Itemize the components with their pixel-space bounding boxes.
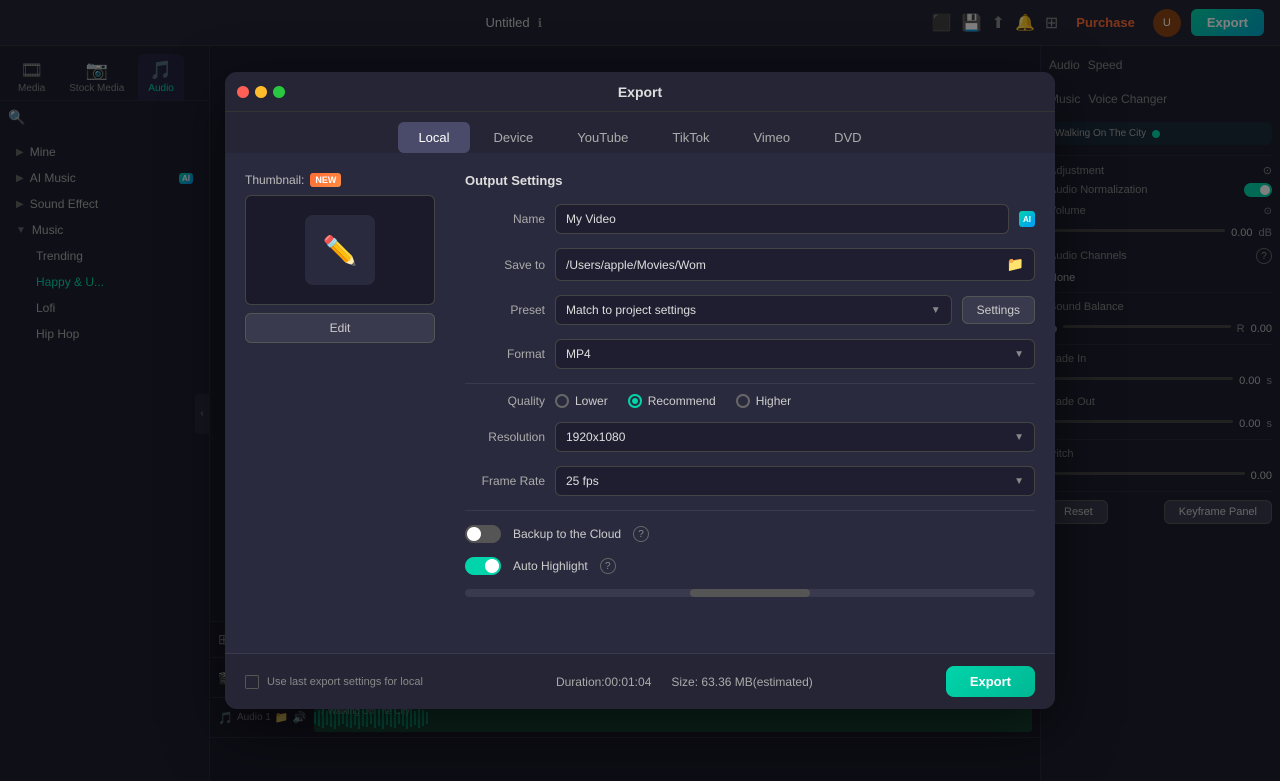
modal-thumbnail-section: Thumbnail: NEW ✏️ Edit	[245, 173, 445, 633]
backup-help-icon[interactable]: ?	[633, 526, 649, 542]
edit-thumbnail-button[interactable]: Edit	[245, 313, 435, 343]
resolution-chevron-icon: ▼	[1014, 432, 1024, 443]
scrollbar-thumb	[690, 589, 810, 597]
preset-chevron-icon: ▼	[931, 305, 941, 316]
duration-info: Duration:00:01:04	[556, 675, 651, 689]
app-background: Untitled ℹ ⬛ 💾 ⬆ 🔔 ⊞ Purchase U Export 🎞…	[0, 0, 1280, 781]
tab-youtube[interactable]: YouTube	[557, 122, 648, 153]
modal-body: Thumbnail: NEW ✏️ Edit Output Settings N…	[225, 153, 1055, 653]
highlight-help-icon[interactable]: ?	[600, 558, 616, 574]
lower-label: Lower	[575, 394, 608, 408]
format-row: Format MP4 ▼	[465, 339, 1035, 369]
recommend-radio[interactable]	[628, 394, 642, 408]
use-last-settings: Use last export settings for local	[245, 675, 423, 689]
preset-row: Preset Match to project settings ▼ Setti…	[465, 295, 1035, 325]
quality-recommend[interactable]: Recommend	[628, 394, 716, 408]
size-value: 63.36 MB(estimated)	[701, 675, 812, 689]
use-last-checkbox[interactable]	[245, 675, 259, 689]
resolution-row: Resolution 1920x1080 ▼	[465, 422, 1035, 452]
auto-highlight-toggle[interactable]	[465, 557, 501, 575]
save-to-value: /Users/apple/Movies/Wom	[566, 258, 706, 272]
quality-higher[interactable]: Higher	[736, 394, 791, 408]
divider-modal-1	[465, 383, 1035, 384]
frame-rate-dropdown[interactable]: 25 fps ▼	[555, 466, 1035, 496]
name-input[interactable]	[555, 204, 1009, 234]
duration-value: 00:01:04	[605, 675, 652, 689]
modal-output-settings: Output Settings Name AI Save to /Users/a…	[465, 173, 1035, 633]
output-settings-title: Output Settings	[465, 173, 1035, 188]
save-to-row: Save to /Users/apple/Movies/Wom 📁	[465, 248, 1035, 281]
higher-label: Higher	[756, 394, 791, 408]
modal-titlebar: Export	[225, 72, 1055, 112]
preset-value: Match to project settings	[566, 303, 696, 317]
preset-dropdown[interactable]: Match to project settings ▼	[555, 295, 952, 325]
thumbnail-preview: ✏️	[245, 195, 435, 305]
thumbnail-icon: ✏️	[305, 215, 375, 285]
format-dropdown[interactable]: MP4 ▼	[555, 339, 1035, 369]
frame-rate-label: Frame Rate	[465, 474, 545, 488]
format-label: Format	[465, 347, 545, 361]
name-row: Name AI	[465, 204, 1035, 234]
thumbnail-label-row: Thumbnail: NEW	[245, 173, 445, 187]
backup-cloud-label: Backup to the Cloud	[513, 527, 621, 541]
lower-radio[interactable]	[555, 394, 569, 408]
frame-rate-row: Frame Rate 25 fps ▼	[465, 466, 1035, 496]
backup-cloud-row: Backup to the Cloud ?	[465, 525, 1035, 543]
folder-icon: 📁	[1007, 256, 1024, 273]
maximize-dot[interactable]	[273, 86, 285, 98]
backup-cloud-toggle[interactable]	[465, 525, 501, 543]
format-value: MP4	[566, 347, 591, 361]
tab-device[interactable]: Device	[474, 122, 554, 153]
save-to-label: Save to	[465, 258, 545, 272]
size-info: Size: 63.36 MB(estimated)	[671, 675, 812, 689]
tab-dvd[interactable]: DVD	[814, 122, 881, 153]
export-modal-button[interactable]: Export	[946, 666, 1035, 697]
use-last-label: Use last export settings for local	[267, 676, 423, 688]
modal-footer: Use last export settings for local Durat…	[225, 653, 1055, 709]
tab-vimeo[interactable]: Vimeo	[733, 122, 810, 153]
footer-info: Duration:00:01:04 Size: 63.36 MB(estimat…	[556, 675, 813, 689]
preset-settings-button[interactable]: Settings	[962, 296, 1035, 324]
auto-highlight-label: Auto Highlight	[513, 559, 588, 573]
minimize-dot[interactable]	[255, 86, 267, 98]
export-modal: Export Local Device YouTube TikTok Vimeo…	[225, 72, 1055, 709]
ai-name-icon[interactable]: AI	[1019, 211, 1035, 227]
quality-row: Quality Lower Recommend	[465, 394, 1035, 408]
save-to-input[interactable]: /Users/apple/Movies/Wom 📁	[555, 248, 1035, 281]
resolution-label: Resolution	[465, 430, 545, 444]
higher-radio[interactable]	[736, 394, 750, 408]
divider-modal-2	[465, 510, 1035, 511]
auto-highlight-row: Auto Highlight ?	[465, 557, 1035, 575]
recommend-label: Recommend	[648, 394, 716, 408]
modal-window-controls	[237, 86, 285, 98]
tab-tiktok[interactable]: TikTok	[652, 122, 729, 153]
modal-title: Export	[618, 84, 662, 100]
modal-tabs: Local Device YouTube TikTok Vimeo DVD	[225, 112, 1055, 153]
quality-label: Quality	[465, 394, 545, 408]
resolution-value: 1920x1080	[566, 430, 625, 444]
new-badge: NEW	[310, 173, 341, 187]
frame-rate-value: 25 fps	[566, 474, 599, 488]
modal-overlay: Export Local Device YouTube TikTok Vimeo…	[0, 0, 1280, 781]
tab-local[interactable]: Local	[398, 122, 469, 153]
quality-options: Lower Recommend Higher	[555, 394, 791, 408]
name-label: Name	[465, 212, 545, 226]
resolution-dropdown[interactable]: 1920x1080 ▼	[555, 422, 1035, 452]
format-chevron-icon: ▼	[1014, 349, 1024, 360]
close-dot[interactable]	[237, 86, 249, 98]
frame-rate-chevron-icon: ▼	[1014, 476, 1024, 487]
modal-scrollbar[interactable]	[465, 589, 1035, 597]
quality-lower[interactable]: Lower	[555, 394, 608, 408]
thumbnail-text: Thumbnail:	[245, 173, 304, 187]
preset-label: Preset	[465, 303, 545, 317]
